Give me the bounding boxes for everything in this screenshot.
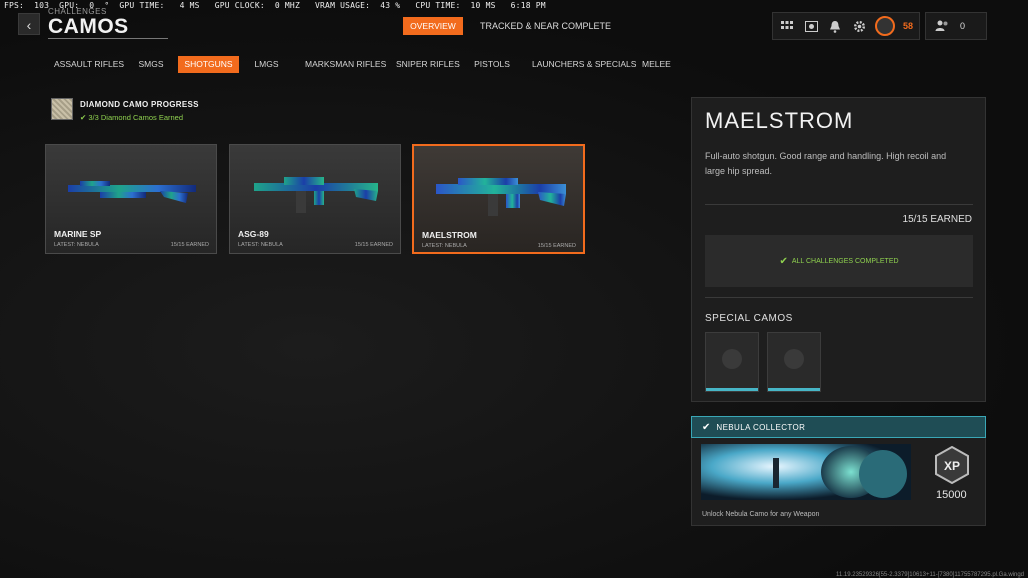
performance-overlay: FPS: 103 GPU: 0 ° GPU TIME: 4 MS GPU CLO… xyxy=(4,1,546,10)
notification-bell-icon[interactable] xyxy=(827,18,843,34)
reward-title: NEBULA COLLECTOR xyxy=(716,422,806,432)
progress-subtitle-text: 3/3 Diamond Camos Earned xyxy=(88,113,184,122)
diamond-camo-icon xyxy=(51,98,73,120)
friends-button[interactable]: 0 xyxy=(925,12,987,40)
weapon-card-maelstrom[interactable]: MAELSTROM LATEST: NEBULA 15/15 EARNED xyxy=(412,144,585,254)
tab-sniper-rifles[interactable]: SNIPER RIFLES xyxy=(396,56,460,73)
settings-gear-icon[interactable] xyxy=(851,18,867,34)
progress-subtitle: ✔ 3/3 Diamond Camos Earned xyxy=(80,113,184,122)
maelstrom-image xyxy=(436,178,566,216)
tab-lmgs[interactable]: LMGS xyxy=(253,56,280,73)
weapon-earned: 15/15 EARNED xyxy=(170,242,209,248)
nebula-collector-image xyxy=(701,444,911,500)
weapon-card-asg-89[interactable]: ASG-89 LATEST: NEBULA 15/15 EARNED xyxy=(229,144,401,254)
tab-overview[interactable]: OVERVIEW xyxy=(403,17,463,35)
challenges-status-text: ALL CHALLENGES COMPLETED xyxy=(791,257,899,265)
check-icon: ✔ xyxy=(702,421,711,433)
weapon-earned: 15/15 EARNED xyxy=(354,242,393,248)
divider xyxy=(705,297,973,298)
grid-menu-icon[interactable] xyxy=(779,18,795,34)
xp-icon: XP xyxy=(935,446,969,484)
build-id: 11.19.23529326[55-2.3379]10613+11-[7380]… xyxy=(836,572,1024,578)
weapon-earned: 15/15 EARNED xyxy=(537,243,576,249)
media-icon[interactable] xyxy=(803,18,819,34)
challenges-status: ✔ ALL CHALLENGES COMPLETED xyxy=(705,235,973,287)
player-level-icon[interactable] xyxy=(875,16,895,36)
weapon-latest: LATEST: NEBULA xyxy=(54,242,99,248)
reward-card[interactable]: XP 15000 Unlock Nebula Camo for any Weap… xyxy=(691,438,986,526)
friends-icon xyxy=(934,18,950,34)
title-underline xyxy=(48,38,168,39)
marine-sp-image xyxy=(68,181,196,203)
weapon-name: MAELSTROM xyxy=(422,230,477,240)
tab-marksman-rifles[interactable]: MARKSMAN RIFLES xyxy=(305,56,386,73)
detail-title: MAELSTROM xyxy=(705,108,854,133)
special-camo-slot[interactable] xyxy=(767,332,821,392)
tab-shotguns[interactable]: SHOTGUNS xyxy=(178,56,239,73)
tab-smgs[interactable]: SMGS xyxy=(136,56,166,73)
detail-description: Full-auto shotgun. Good range and handli… xyxy=(705,151,947,176)
slot-progress-bar xyxy=(768,388,820,391)
camo-lock-icon xyxy=(784,349,804,369)
tab-melee[interactable]: MELEE xyxy=(642,56,671,73)
tab-pistols[interactable]: PISTOLS xyxy=(474,56,510,73)
back-button[interactable]: ‹ xyxy=(18,13,40,35)
weapon-name: ASG-89 xyxy=(238,229,269,239)
tab-tracked[interactable]: TRACKED & NEAR COMPLETE xyxy=(480,17,611,35)
asg-89-image xyxy=(254,177,378,213)
weapon-latest: LATEST: NEBULA xyxy=(422,243,467,249)
slot-progress-bar xyxy=(706,388,758,391)
weapon-latest: LATEST: NEBULA xyxy=(238,242,283,248)
special-camos-title: SPECIAL CAMOS xyxy=(705,313,793,324)
page-title: CAMOS xyxy=(48,15,129,38)
reward-header: ✔ NEBULA COLLECTOR xyxy=(691,416,986,438)
weapon-detail-panel: MAELSTROM Full-auto shotgun. Good range … xyxy=(691,97,986,402)
detail-earned: 15/15 EARNED xyxy=(902,214,972,225)
player-level: 58 xyxy=(903,21,914,31)
divider xyxy=(705,204,973,205)
top-icon-bar: 58 xyxy=(772,12,920,40)
xp-reward-value: 15000 xyxy=(936,489,967,501)
weapon-card-marine-sp[interactable]: MARINE SP LATEST: NEBULA 15/15 EARNED xyxy=(45,144,217,254)
tab-assault-rifles[interactable]: ASSAULT RIFLES xyxy=(54,56,124,73)
progress-title: DIAMOND CAMO PROGRESS xyxy=(80,100,199,109)
svg-text:XP: XP xyxy=(944,459,960,473)
check-icon: ✔ xyxy=(779,255,788,267)
special-camo-slot[interactable] xyxy=(705,332,759,392)
friends-count: 0 xyxy=(960,21,966,31)
weapon-name: MARINE SP xyxy=(54,229,102,239)
tab-launchers-specials[interactable]: LAUNCHERS & SPECIALS xyxy=(532,56,636,73)
camo-lock-icon xyxy=(722,349,742,369)
reward-description: Unlock Nebula Camo for any Weapon xyxy=(702,511,820,518)
